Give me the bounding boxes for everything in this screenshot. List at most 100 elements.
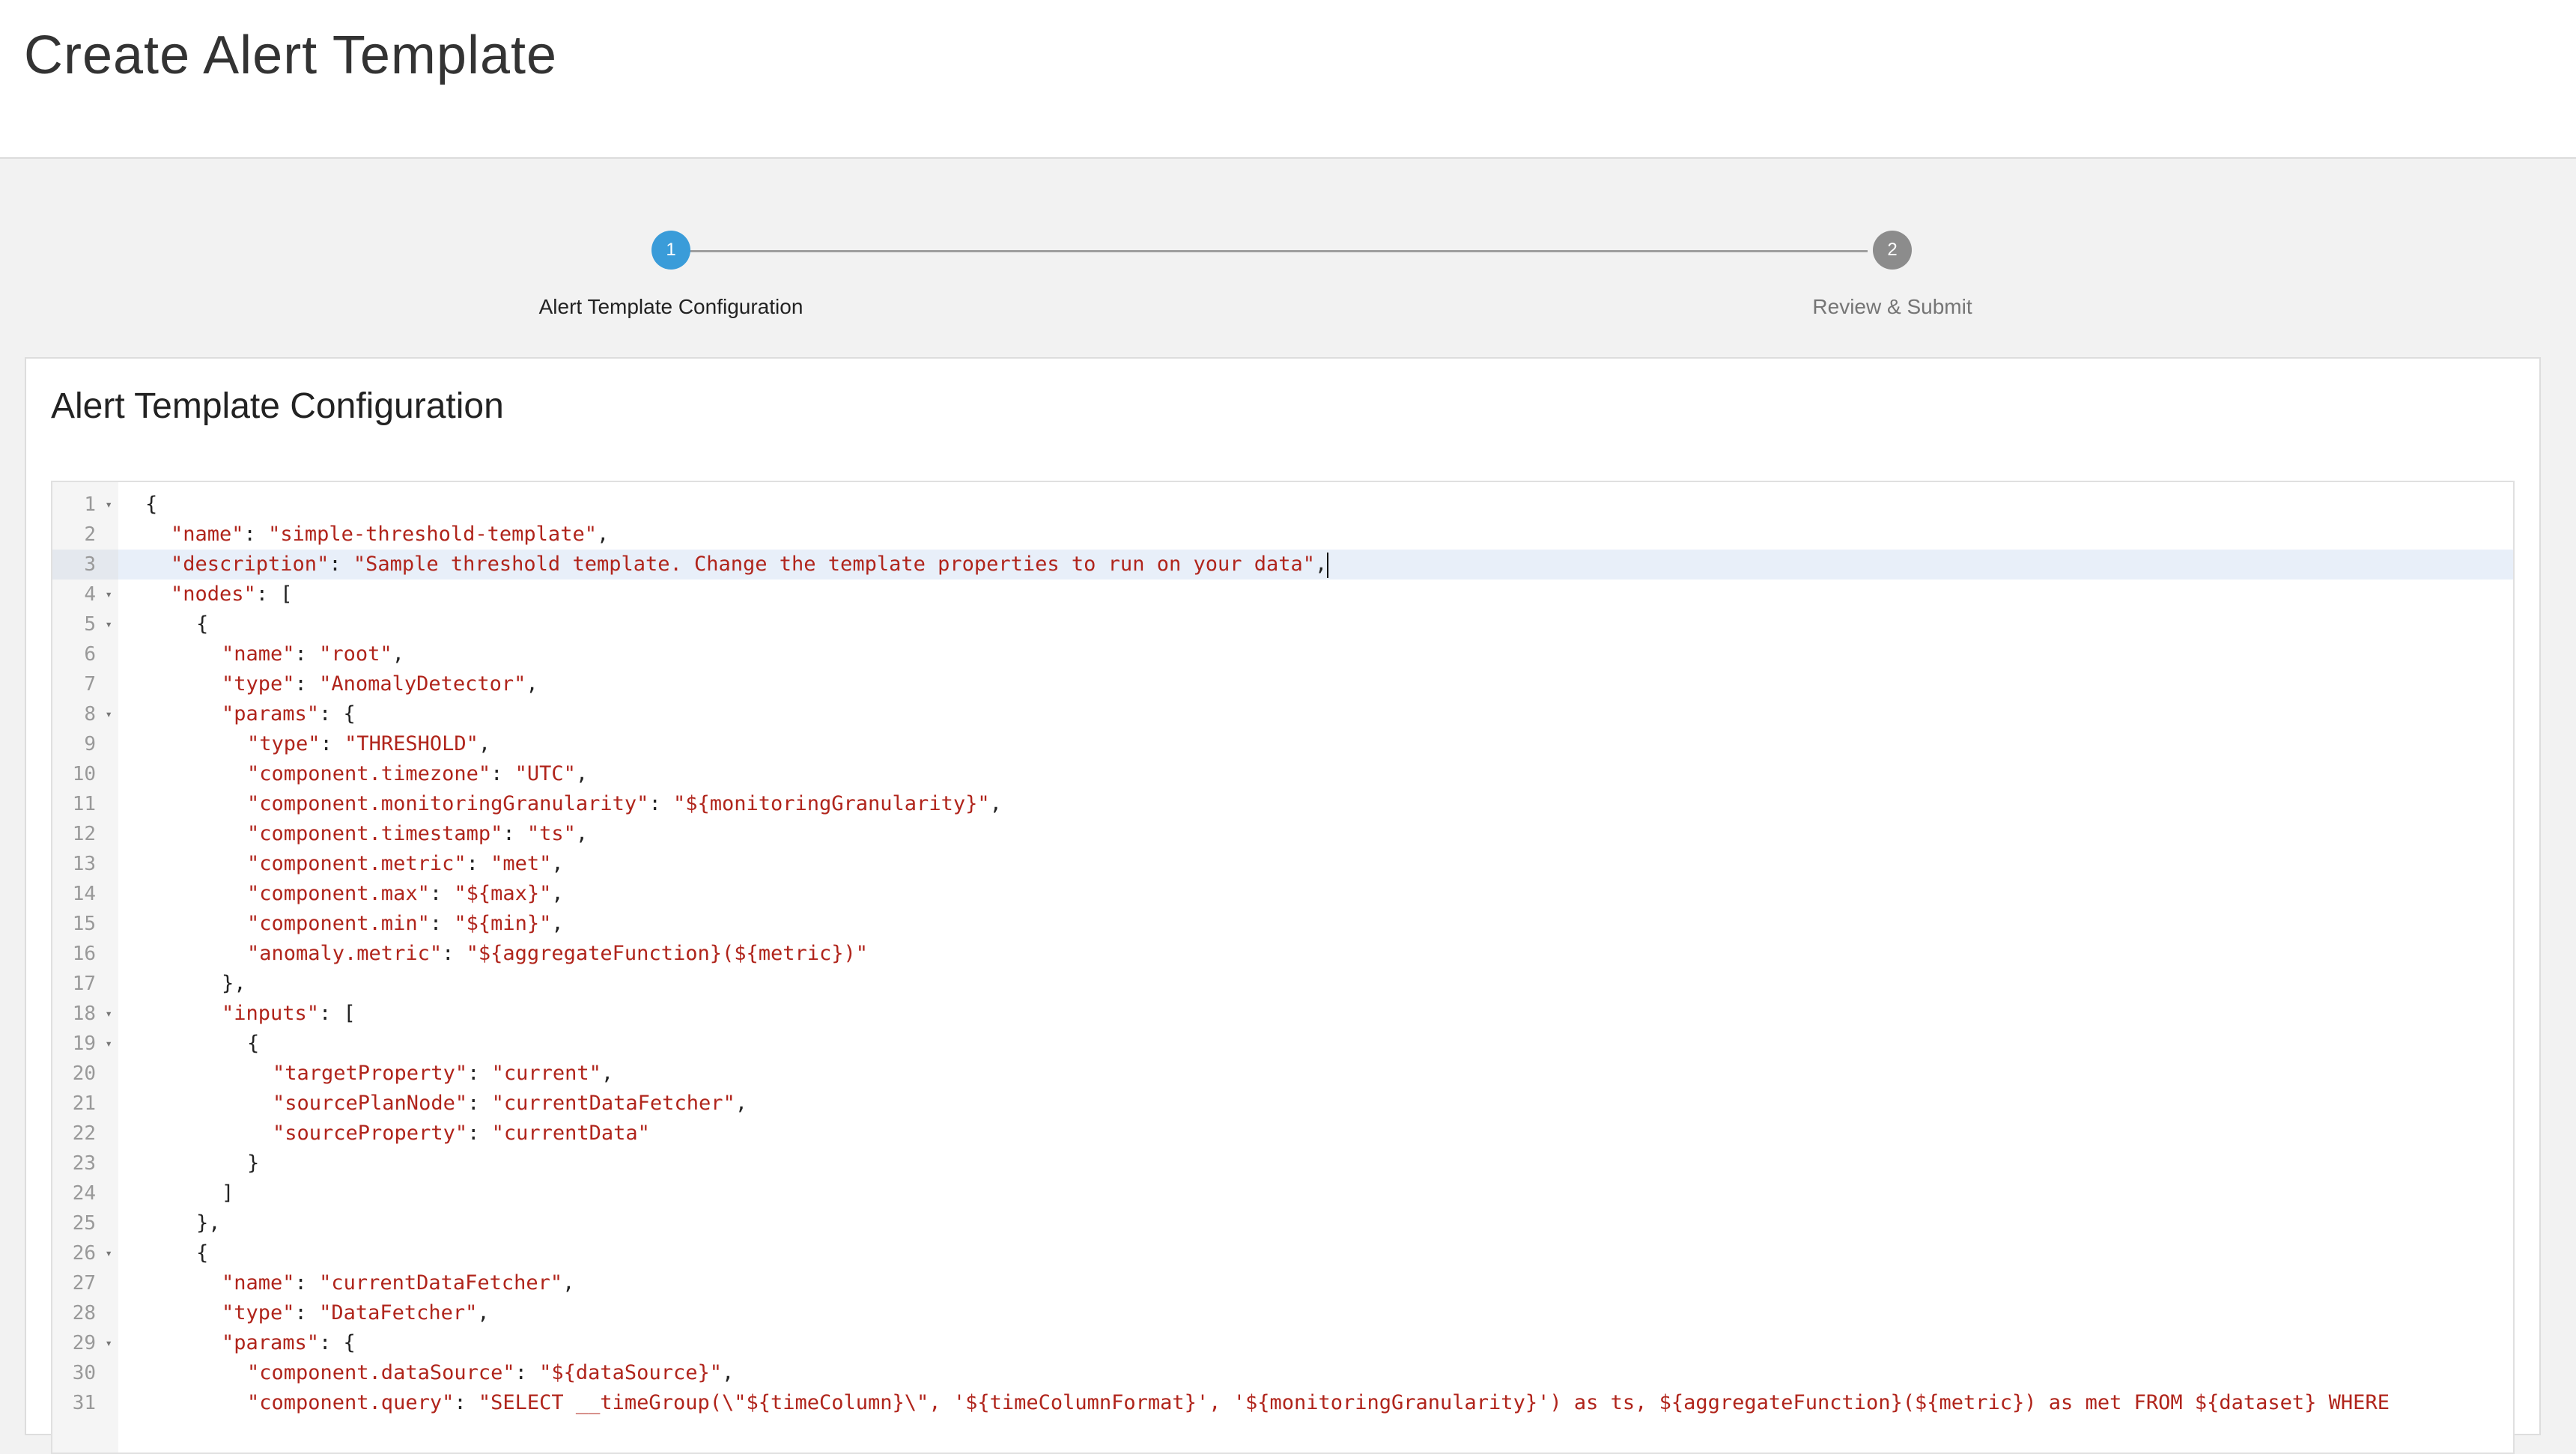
json-key: "type" <box>222 1301 295 1324</box>
step-1-label[interactable]: Alert Template Configuration <box>539 292 804 322</box>
json-punctuation: , <box>721 1361 735 1384</box>
code-line[interactable]: 12 "component.timestamp": "ts", <box>52 819 2513 849</box>
json-code-editor[interactable]: 1 ▾{2 "name": "simple-threshold-template",… <box>51 481 2515 1454</box>
fold-toggle-icon[interactable]: ▾ <box>105 609 112 639</box>
json-punctuation: , <box>477 1301 490 1324</box>
line-number-cell: 5 ▾ <box>52 609 118 639</box>
line-number-cell: 31 <box>52 1388 118 1418</box>
code-text: "nodes": [ <box>171 580 293 609</box>
code-line[interactable]: 28 "type": "DataFetcher", <box>52 1298 2513 1328</box>
code-line[interactable]: 30 "component.dataSource": "${dataSource}… <box>52 1358 2513 1388</box>
code-line[interactable]: 5 ▾ { <box>52 609 2513 639</box>
fold-toggle-icon[interactable]: ▾ <box>105 1029 112 1059</box>
json-string: "current" <box>491 1062 601 1085</box>
json-string: "currentData" <box>491 1122 650 1145</box>
fold-toggle-icon[interactable]: ▾ <box>105 580 112 609</box>
code-line[interactable]: 11 "component.monitoringGranularity": "${… <box>52 789 2513 819</box>
code-line[interactable]: 1 ▾{ <box>52 490 2513 520</box>
fold-toggle-icon[interactable]: ▾ <box>105 1238 112 1268</box>
code-line[interactable]: 24] <box>52 1178 2513 1208</box>
json-key: "component.timestamp" <box>247 822 503 845</box>
code-line[interactable]: 2 "name": "simple-threshold-template", <box>52 520 2513 550</box>
line-number-cell: 13 <box>52 849 118 879</box>
code-line[interactable]: 17}, <box>52 969 2513 999</box>
step-2-label[interactable]: Review & Submit <box>1812 292 1972 322</box>
json-punctuation: : <box>294 1271 320 1295</box>
code-line[interactable]: 7 "type": "AnomalyDetector", <box>52 669 2513 699</box>
json-key: "inputs" <box>222 1002 320 1025</box>
step-1-indicator[interactable]: 1 <box>651 231 690 270</box>
step-2-indicator[interactable]: 2 <box>1873 231 1912 270</box>
line-number-cell: 29 ▾ <box>52 1328 118 1358</box>
json-string: "UTC" <box>514 762 576 785</box>
code-line[interactable]: 27 "name": "currentDataFetcher", <box>52 1268 2513 1298</box>
code-line[interactable]: 16 "anomaly.metric": "${aggregateFunction… <box>52 939 2513 969</box>
code-line[interactable]: 3 "description": "Sample threshold templa… <box>52 550 2513 580</box>
json-punctuation: , <box>551 912 564 935</box>
json-string: "simple-threshold-template" <box>268 523 597 546</box>
code-line[interactable]: 10 "component.timezone": "UTC", <box>52 759 2513 789</box>
line-number: 24 <box>72 1182 96 1205</box>
code-text: "component.timestamp": "ts", <box>247 819 588 849</box>
code-line[interactable]: 9 "type": "THRESHOLD", <box>52 729 2513 759</box>
code-line[interactable]: 31 "component.query": "SELECT __timeGroup… <box>52 1388 2513 1418</box>
code-line[interactable]: 18 ▾ "inputs": [ <box>52 999 2513 1029</box>
line-number-cell: 20 <box>52 1059 118 1089</box>
json-key: "component.dataSource" <box>247 1361 515 1384</box>
json-key: "name" <box>222 1271 295 1295</box>
line-number-cell: 17 <box>52 969 118 999</box>
code-line[interactable]: 23} <box>52 1149 2513 1178</box>
line-number-cell: 1 ▾ <box>52 490 118 520</box>
line-number-cell: 28 <box>52 1298 118 1328</box>
code-lines[interactable]: 1 ▾{2 "name": "simple-threshold-template",… <box>52 490 2513 1418</box>
json-key: "component.min" <box>247 912 430 935</box>
code-line[interactable]: 6 "name": "root", <box>52 639 2513 669</box>
code-line[interactable]: 20 "targetProperty": "current", <box>52 1059 2513 1089</box>
json-key: "type" <box>222 672 295 696</box>
fold-toggle-icon[interactable]: ▾ <box>105 699 112 729</box>
json-string: "${monitoringGranularity}" <box>672 792 990 815</box>
code-line[interactable]: 29 ▾ "params": { <box>52 1328 2513 1358</box>
line-number: 13 <box>72 853 96 875</box>
json-key: "anomaly.metric" <box>247 942 443 965</box>
code-line[interactable]: 13 "component.metric": "met", <box>52 849 2513 879</box>
code-line[interactable]: 14 "component.max": "${max}", <box>52 879 2513 909</box>
code-line[interactable]: 15 "component.min": "${min}", <box>52 909 2513 939</box>
json-punctuation: { <box>196 612 209 636</box>
line-number: 7 <box>84 673 96 696</box>
code-text: { <box>196 609 208 639</box>
code-line[interactable]: 25}, <box>52 1208 2513 1238</box>
code-line[interactable]: 22 "sourceProperty": "currentData" <box>52 1119 2513 1149</box>
json-punctuation: : <box>454 1391 479 1414</box>
line-number-cell: 2 <box>52 520 118 550</box>
json-punctuation: : <box>648 792 673 815</box>
code-line[interactable]: 26 ▾ { <box>52 1238 2513 1268</box>
header-bar: Create Alert Template <box>0 0 2576 159</box>
line-number-cell: 12 <box>52 819 118 849</box>
json-key: "params" <box>222 702 320 726</box>
line-number-cell: 4 ▾ <box>52 580 118 609</box>
json-punctuation: : <box>467 1122 492 1145</box>
code-line[interactable]: 21 "sourcePlanNode": "currentDataFetcher"… <box>52 1089 2513 1119</box>
json-punctuation: : { <box>319 1331 356 1354</box>
line-number: 17 <box>72 973 96 995</box>
line-number: 9 <box>84 733 96 755</box>
code-text: "component.dataSource": "${dataSource}", <box>247 1358 734 1388</box>
code-line[interactable]: 4 ▾ "nodes": [ <box>52 580 2513 609</box>
line-number-cell: 7 <box>52 669 118 699</box>
json-key: "sourceProperty" <box>273 1122 468 1145</box>
line-number-cell: 11 <box>52 789 118 819</box>
fold-toggle-icon[interactable]: ▾ <box>105 1328 112 1358</box>
line-number-cell: 24 <box>52 1178 118 1208</box>
code-line[interactable]: 8 ▾ "params": { <box>52 699 2513 729</box>
code-line[interactable]: 19 ▾ { <box>52 1029 2513 1059</box>
code-text: ] <box>222 1178 234 1208</box>
json-key: "name" <box>171 523 244 546</box>
code-text: "description": "Sample threshold templat… <box>171 550 1329 580</box>
fold-toggle-icon[interactable]: ▾ <box>105 999 112 1029</box>
code-text: "inputs": [ <box>222 999 356 1029</box>
line-number: 1 <box>84 493 96 516</box>
fold-toggle-icon[interactable]: ▾ <box>105 490 112 520</box>
line-number: 10 <box>72 763 96 785</box>
json-punctuation: : [ <box>319 1002 356 1025</box>
